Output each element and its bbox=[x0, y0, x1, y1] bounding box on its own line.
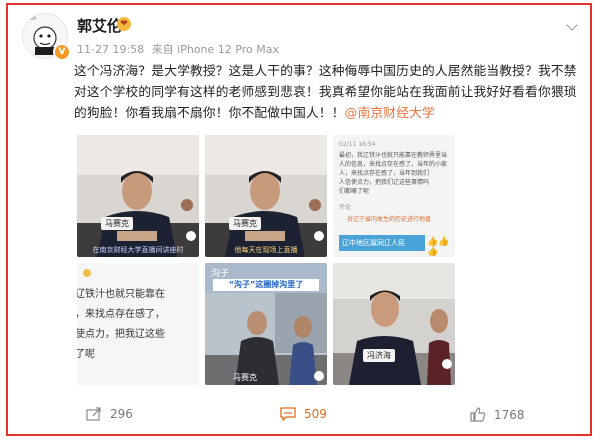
image-tile-3[interactable]: 02/11 16:54 最初，我辽铁汁也就只能靠在教师界里当 人的信息，来找点存… bbox=[333, 135, 455, 257]
play-icon bbox=[442, 359, 452, 369]
video-caption: 他每天在现场上直播 bbox=[234, 246, 298, 254]
screenshot-tag: 评论 bbox=[339, 204, 352, 211]
post-meta: 11-27 19:58 来自 iPhone 12 Pro Max bbox=[77, 41, 283, 57]
weibo-post-card: GUO V 郭艾伦 ❤ 11-27 19:58 来自 iPhone 12 Pro… bbox=[6, 3, 592, 436]
zoom-line-3: 使点力，把我辽这些 bbox=[77, 329, 165, 340]
image-tile-1[interactable]: 马赛克 在南京财经大学直播间讲座时 bbox=[77, 135, 199, 257]
action-bar: 296 509 1768 bbox=[74, 403, 586, 427]
zoom-line-2: ，来找点存在感了， bbox=[77, 309, 165, 320]
screenshot-line-2: 人的信息，来找点存在感了，当年的小家 bbox=[339, 161, 448, 168]
comment-button[interactable]: 509 bbox=[280, 407, 327, 421]
verified-badge: V bbox=[53, 43, 71, 61]
user-name[interactable]: 郭艾伦 bbox=[77, 15, 122, 36]
name-plate: 冯济海 bbox=[363, 349, 395, 362]
image-grid: 马赛克 在南京财经大学直播间讲座时 马赛克 他每天在现场上直播 02/11 16… bbox=[77, 135, 461, 391]
share-icon bbox=[86, 407, 101, 421]
play-icon bbox=[186, 231, 196, 241]
post-source: 来自 iPhone 12 Pro Max bbox=[151, 43, 279, 56]
lecture-photo bbox=[205, 135, 327, 257]
member-badge-icon: ❤ bbox=[117, 17, 131, 31]
name-plate: 马赛克 bbox=[101, 217, 133, 230]
avatar-label: GUO bbox=[27, 16, 37, 21]
name-plate: 马赛克 bbox=[229, 217, 261, 230]
screenshot-headline: 对辽宁省内发生的历史进行地盘 bbox=[347, 216, 432, 223]
image-tile-5[interactable]: 沟子 “沟子”这圈掉沟里了 马赛克 bbox=[205, 263, 327, 385]
thumbs-up-icon bbox=[470, 407, 486, 422]
thumbs-icon: 👍👍👍 bbox=[427, 237, 450, 257]
screenshot-bar: 辽中地区属同辽人民 bbox=[339, 235, 425, 251]
image-tile-6[interactable]: 冯济海 bbox=[333, 263, 455, 385]
emoji-icon bbox=[83, 269, 91, 277]
play-icon bbox=[314, 371, 324, 381]
share-button[interactable]: 296 bbox=[86, 407, 133, 421]
post-text: 这个冯济海？是大学教授？这是人干的事？这种侮辱中国历史的人居然能当教授？我不禁对… bbox=[74, 60, 586, 123]
image-tile-4[interactable]: 辽铁汁也就只能靠在 ，来找点存在感了， 使点力，把我辽这些 了呢 bbox=[77, 263, 199, 385]
caption-banner: “沟子”这圈掉沟里了 bbox=[213, 279, 319, 291]
play-icon bbox=[314, 231, 324, 241]
comment-icon bbox=[280, 407, 296, 421]
mention-link[interactable]: @南京财经大学 bbox=[345, 105, 435, 120]
chevron-down-icon[interactable] bbox=[566, 19, 578, 31]
image-tile-2[interactable]: 马赛克 他每天在现场上直播 bbox=[205, 135, 327, 257]
like-count: 1768 bbox=[494, 407, 525, 422]
screenshot-date: 02/11 16:54 bbox=[339, 141, 376, 148]
screenshot-line-4: 人信使点力，把我们辽这些事情吗 bbox=[339, 179, 430, 186]
sign-text: 沟子 bbox=[211, 269, 230, 279]
screenshot-line-3: 人，来找点存在感了，当年到我们 bbox=[339, 170, 430, 177]
screenshot-line-5: 们都嘛了呢 bbox=[339, 188, 370, 195]
post-time: 11-27 19:58 bbox=[77, 43, 145, 56]
post-body: 这个冯济海？是大学教授？这是人干的事？这种侮辱中国历史的人居然能当教授？我不禁对… bbox=[74, 63, 577, 120]
like-button[interactable]: 1768 bbox=[470, 407, 525, 422]
zoom-line-1: 辽铁汁也就只能靠在 bbox=[77, 289, 165, 300]
screenshot-line-1: 最初，我辽铁汁也就只能靠在教师界里当 bbox=[339, 152, 448, 159]
video-caption: 在南京财经大学直播间讲座时 bbox=[92, 246, 184, 254]
lecture-photo bbox=[333, 263, 455, 385]
name-plate: 马赛克 bbox=[233, 373, 257, 382]
lecture-photo bbox=[77, 135, 199, 257]
share-count: 296 bbox=[110, 407, 133, 421]
comment-count: 509 bbox=[304, 407, 327, 421]
zoom-line-4: 了呢 bbox=[77, 349, 95, 360]
